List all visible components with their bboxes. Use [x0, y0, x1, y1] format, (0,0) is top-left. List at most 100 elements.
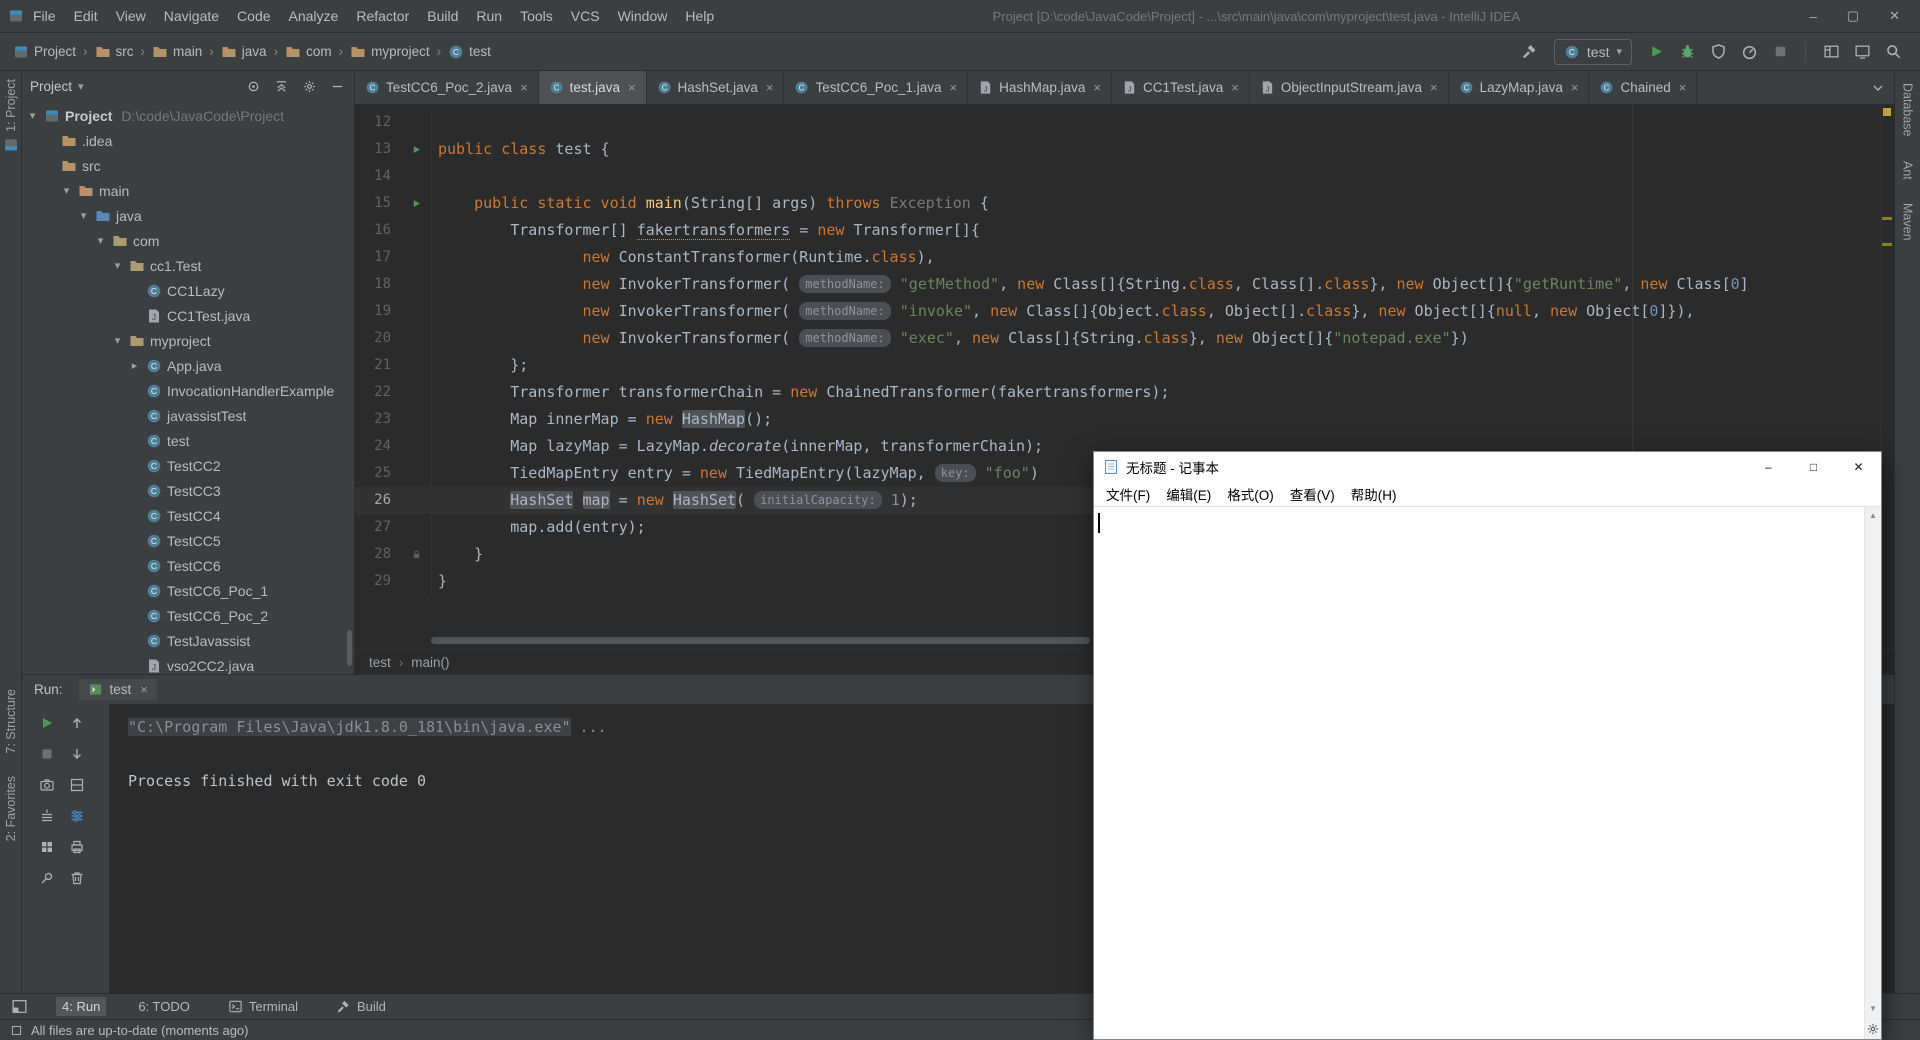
menu-tools[interactable]: Tools	[511, 8, 562, 24]
tree-item-src[interactable]: src	[22, 153, 354, 178]
notepad-menu-4[interactable]: 帮助(H)	[1343, 484, 1405, 504]
build-button[interactable]	[1519, 41, 1541, 63]
notepad-menu-1[interactable]: 编辑(E)	[1158, 484, 1219, 504]
scroll-up-icon[interactable]: ▲	[1865, 507, 1881, 524]
tree-item-cc1test-java[interactable]: J CC1Test.java	[22, 303, 354, 328]
breadcrumb-item-main[interactable]: main	[149, 42, 205, 62]
split-button[interactable]	[66, 774, 88, 796]
code-line-21[interactable]: 21 };	[355, 352, 1894, 379]
tab-objectinputstream-java[interactable]: J ObjectInputStream.java ×	[1250, 71, 1449, 104]
tree-item-app-java[interactable]: ▸ C App.java	[22, 353, 354, 378]
code-line-18[interactable]: 18 new InvokerTransformer( methodName: "…	[355, 271, 1894, 298]
tree-item-testcc6[interactable]: C TestCC6	[22, 553, 354, 578]
close-icon[interactable]: ×	[1093, 80, 1101, 95]
tab-hashset-java[interactable]: C HashSet.java ×	[647, 71, 785, 104]
run-button[interactable]	[1645, 41, 1667, 63]
expand-arrow[interactable]: ▾	[60, 184, 73, 197]
tree-item-main[interactable]: ▾ main	[22, 178, 354, 203]
menu-file[interactable]: File	[24, 8, 65, 24]
code-line-17[interactable]: 17 new ConstantTransformer(Runtime.class…	[355, 244, 1894, 271]
tree-item-testcc5[interactable]: C TestCC5	[22, 528, 354, 553]
tab-lazymap-java[interactable]: C LazyMap.java ×	[1449, 71, 1590, 104]
code-line-19[interactable]: 19 new InvokerTransformer( methodName: "…	[355, 298, 1894, 325]
code-line-13[interactable]: 13 public class test {	[355, 136, 1894, 163]
breadcrumb-item-java[interactable]: java	[218, 42, 270, 62]
stripe-button-database[interactable]: Database	[1901, 83, 1915, 137]
expand-arrow[interactable]: ▾	[77, 209, 90, 222]
tree-item-idea[interactable]: .idea	[22, 128, 354, 153]
breadcrumb-item-test[interactable]: Ctest	[445, 42, 494, 62]
tree-item-testcc6-poc-1[interactable]: C TestCC6_Poc_1	[22, 578, 354, 603]
filter-button[interactable]	[66, 805, 88, 827]
breadcrumb-item-com[interactable]: com	[282, 42, 335, 62]
close-icon[interactable]: ×	[1231, 80, 1239, 95]
breadcrumb-item-project[interactable]: Project	[10, 42, 79, 62]
menu-help[interactable]: Help	[676, 8, 723, 24]
menu-window[interactable]: Window	[609, 8, 677, 24]
menu-edit[interactable]: Edit	[65, 8, 107, 24]
chevron-down-icon[interactable]: ▾	[78, 80, 84, 93]
tree-item-testcc2[interactable]: C TestCC2	[22, 453, 354, 478]
minimize-button[interactable]: –	[1810, 9, 1817, 24]
dump-button[interactable]	[36, 805, 58, 827]
close-icon[interactable]: ×	[1679, 80, 1687, 95]
tab-cc1test-java[interactable]: J CC1Test.java ×	[1112, 71, 1250, 104]
tool-window-button-4-run[interactable]: 4: Run	[56, 997, 107, 1016]
tab-testcc6-poc-1-java[interactable]: C TestCC6_Poc_1.java ×	[784, 71, 969, 104]
stop-button[interactable]	[36, 743, 58, 765]
tree-item-testcc3[interactable]: C TestCC3	[22, 478, 354, 503]
menu-vcs[interactable]: VCS	[562, 8, 609, 24]
code-line-23[interactable]: 23 Map innerMap = new HashMap();	[355, 406, 1894, 433]
profiler-button[interactable]	[1738, 41, 1760, 63]
stripe-button-1-project[interactable]: 1: Project	[3, 79, 19, 153]
breadcrumb-item-src[interactable]: src	[92, 42, 137, 62]
tree-item-testcc4[interactable]: C TestCC4	[22, 503, 354, 528]
grid-button[interactable]	[36, 836, 58, 858]
tool-window-button-terminal[interactable]: Terminal	[222, 997, 304, 1016]
code-line-16[interactable]: 16 Transformer[] fakertransformers = new…	[355, 217, 1894, 244]
notepad-text-area[interactable]: ▲ ▼	[1094, 506, 1881, 1039]
notepad-menu-0[interactable]: 文件(F)	[1098, 484, 1158, 504]
close-icon[interactable]: ×	[950, 80, 958, 95]
chev-icon[interactable]	[1870, 80, 1886, 96]
collapse-button[interactable]	[272, 77, 290, 95]
menu-view[interactable]: View	[107, 8, 155, 24]
code-line-12[interactable]: 12	[355, 109, 1894, 136]
tree-item-invocationhandlerexample[interactable]: C InvocationHandlerExample	[22, 378, 354, 403]
expand-arrow[interactable]: ▸	[128, 359, 141, 372]
menu-navigate[interactable]: Navigate	[155, 8, 228, 24]
down-button[interactable]	[66, 743, 88, 765]
tree-item-cc1lazy[interactable]: C CC1Lazy	[22, 278, 354, 303]
run-tab-test[interactable]: test ×	[78, 679, 157, 700]
toolwindows-button[interactable]	[1851, 41, 1873, 63]
rerun-button[interactable]	[36, 712, 58, 734]
stripe-button-2-favorites[interactable]: 2: Favorites	[4, 776, 18, 841]
notepad-menu-2[interactable]: 格式(O)	[1219, 484, 1282, 504]
editor-breadcrumb-main[interactable]: main()	[411, 655, 449, 670]
tool-window-button-build[interactable]: Build	[330, 997, 392, 1016]
close-icon[interactable]: ×	[1571, 80, 1579, 95]
stripe-button-ant[interactable]: Ant	[1901, 161, 1915, 180]
tree-item-vso2cc2-java[interactable]: Jvso2CC2.java	[22, 653, 354, 674]
tree-item-javassisttest[interactable]: CjavassistTest	[22, 403, 354, 428]
close-icon[interactable]: ×	[140, 682, 148, 697]
up-button[interactable]	[66, 712, 88, 734]
camera-button[interactable]	[36, 774, 58, 796]
gear-button[interactable]	[300, 77, 318, 95]
search-everywhere-button[interactable]	[1882, 41, 1904, 63]
breadcrumb-item-myproject[interactable]: myproject	[347, 42, 433, 62]
warning-marker[interactable]	[1882, 217, 1892, 220]
close-button[interactable]: ✕	[1889, 8, 1900, 24]
stop-button[interactable]	[1769, 41, 1791, 63]
run-line-icon[interactable]	[401, 136, 431, 163]
project-panel-title[interactable]: Project	[30, 79, 72, 94]
close-icon[interactable]: ×	[628, 80, 636, 95]
pin-button[interactable]	[36, 867, 58, 889]
expand-arrow[interactable]: ▾	[111, 259, 124, 272]
tab-testcc6-poc-2-java[interactable]: C TestCC6_Poc_2.java ×	[355, 71, 539, 104]
code-line-15[interactable]: 15 public static void main(String[] args…	[355, 190, 1894, 217]
close-icon[interactable]: ×	[766, 80, 774, 95]
restore-layout-button[interactable]	[1820, 41, 1842, 63]
tab-hashmap-java[interactable]: J HashMap.java ×	[968, 71, 1112, 104]
tree-item-myproject[interactable]: ▾ myproject	[22, 328, 354, 353]
